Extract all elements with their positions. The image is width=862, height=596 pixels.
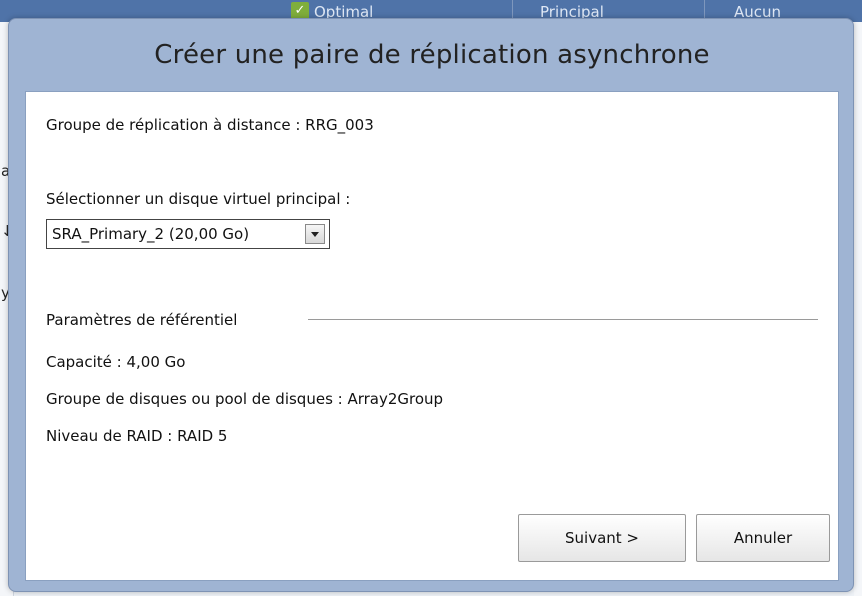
capacity-value: Capacité : 4,00 Go <box>46 353 186 371</box>
dialog-title: Créer une paire de réplication asynchron… <box>154 40 710 70</box>
raid-level-value: Niveau de RAID : RAID 5 <box>46 427 228 445</box>
dialog-body: Groupe de réplication à distance : RRG_0… <box>25 91 839 581</box>
select-value: SRA_Primary_2 (20,00 Go) <box>52 225 250 243</box>
disk-group-value: Groupe de disques ou pool de disques : A… <box>46 390 444 408</box>
create-async-replication-pair-dialog: Créer une paire de réplication asynchron… <box>8 18 854 592</box>
repository-settings-group-title: Paramètres de référentiel <box>46 311 238 329</box>
remote-replication-group-label: Groupe de réplication à distance : RRG_0… <box>46 116 374 134</box>
background-right-panel <box>854 22 862 596</box>
primary-virtual-disk-select[interactable]: SRA_Primary_2 (20,00 Go) <box>46 219 330 249</box>
cancel-button[interactable]: Annuler <box>696 514 830 562</box>
group-divider <box>308 319 818 320</box>
next-button[interactable]: Suivant > <box>518 514 686 562</box>
primary-virtual-disk-label: Sélectionner un disque virtuel principal… <box>46 190 351 208</box>
chevron-down-icon[interactable] <box>305 224 325 244</box>
